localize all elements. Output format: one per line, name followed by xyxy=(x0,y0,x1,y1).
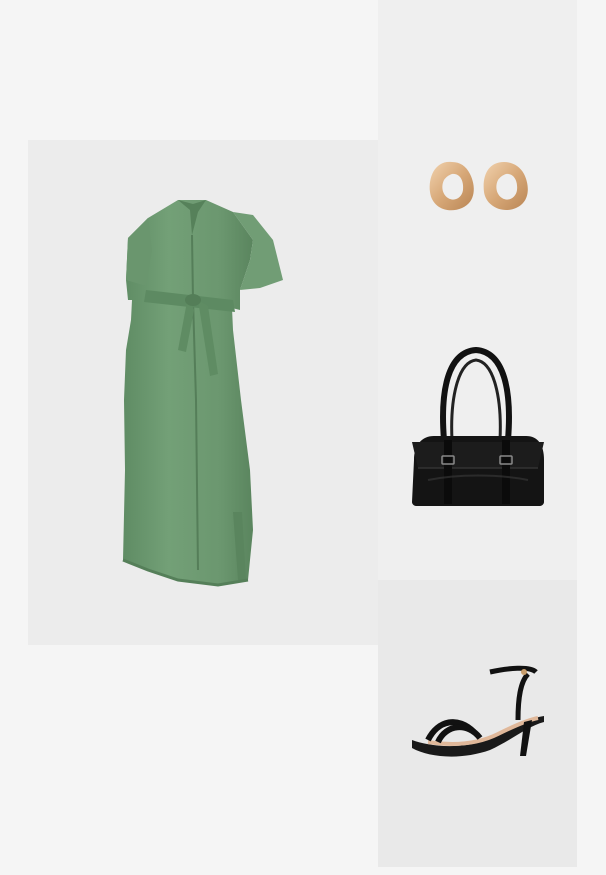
sandals-tile[interactable] xyxy=(378,580,577,867)
gold-earrings-image xyxy=(429,161,528,211)
handbag-tile[interactable] xyxy=(378,290,577,580)
outfit-collage xyxy=(0,0,606,875)
black-sandals-image xyxy=(412,665,544,757)
dress-tile[interactable] xyxy=(28,140,378,645)
green-dress-image xyxy=(122,200,283,587)
earrings-tile[interactable] xyxy=(378,0,577,290)
black-handbag-image xyxy=(412,346,544,506)
